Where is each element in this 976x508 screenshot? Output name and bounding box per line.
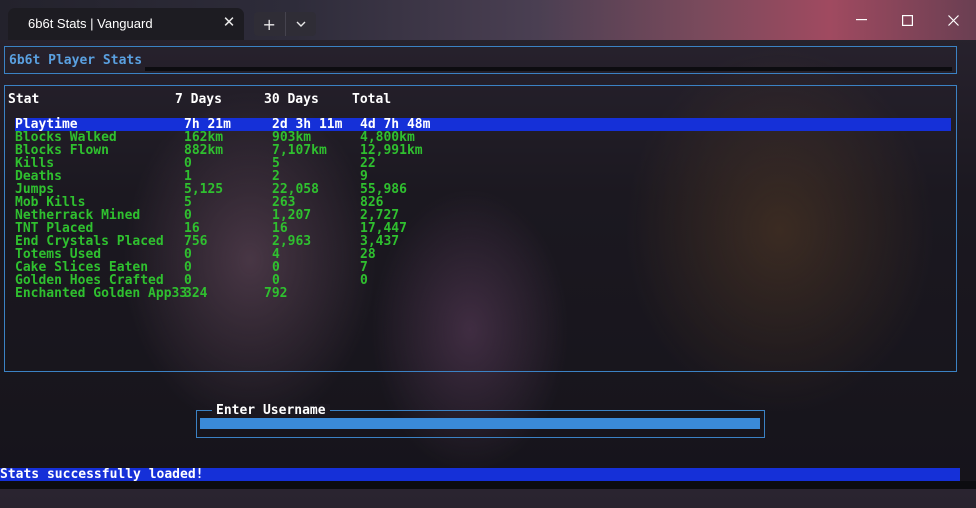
table-row[interactable]: Blocks Walked 162km 903km 4,800km — [15, 131, 951, 144]
table-row[interactable]: Jumps 5,125 22,058 55,986 — [15, 183, 951, 196]
table-cell: Enchanted Golden App33 — [15, 286, 188, 301]
table-row[interactable]: End Crystals Placed 756 2,963 3,437 — [15, 235, 951, 248]
terminal-area: 6b6t Player Stats Stat 7 Days 30 Days To… — [0, 40, 976, 489]
window-close-button[interactable] — [930, 8, 976, 32]
table-row[interactable]: Kills 0 5 22 — [15, 157, 951, 170]
table-row[interactable]: Totems Used 0 4 28 — [15, 248, 951, 261]
tab-title: 6b6t Stats | Vanguard — [28, 16, 153, 31]
column-header-30-days: 30 Days — [264, 92, 319, 107]
status-bar: Stats successfully loaded! — [0, 468, 960, 481]
bottom-strip — [0, 481, 976, 489]
chevron-down-icon — [296, 21, 306, 27]
column-header-stat: Stat — [8, 92, 40, 107]
new-tab-button[interactable]: + — [254, 12, 286, 36]
table-row[interactable]: Blocks Flown 882km 7,107km 12,991km — [15, 144, 951, 157]
tab-close-icon[interactable]: ✕ — [220, 13, 238, 31]
table-cell: 792 — [264, 286, 288, 301]
close-icon — [947, 14, 959, 26]
minimize-button[interactable] — [838, 8, 884, 32]
status-message: Stats successfully loaded! — [0, 467, 204, 482]
table-row[interactable]: Playtime 7h 21m 2d 3h 11m 4d 7h 48m — [15, 118, 951, 131]
table-row[interactable]: Netherrack Mined 0 1,207 2,727 — [15, 209, 951, 222]
terminal-tab[interactable]: 6b6t Stats | Vanguard ✕ — [8, 8, 244, 40]
tab-actions: + — [254, 12, 316, 36]
maximize-button[interactable] — [884, 8, 930, 32]
maximize-icon — [901, 14, 913, 26]
column-header-total: Total — [352, 92, 392, 107]
table-cell: 324 — [184, 286, 208, 301]
table-row[interactable]: Enchanted Golden App33 324 792 — [15, 287, 951, 300]
plus-icon: + — [262, 14, 276, 34]
title-bar: 6b6t Stats | Vanguard ✕ + — [0, 0, 976, 40]
username-label: Enter Username — [212, 404, 330, 417]
minimize-icon — [855, 19, 867, 21]
header-scrollbar — [145, 67, 952, 71]
tab-dropdown-button[interactable] — [286, 12, 317, 36]
table-row[interactable]: Mob Kills 5 263 826 — [15, 196, 951, 209]
username-input[interactable] — [200, 418, 760, 429]
column-header-7-days: 7 Days — [175, 92, 222, 107]
header-panel: 6b6t Player Stats — [4, 46, 957, 74]
table-cell: 0 — [360, 273, 368, 288]
page-title: 6b6t Player Stats — [9, 53, 143, 68]
table-cell: 7,107km — [272, 143, 327, 158]
table-row[interactable]: Deaths 1 2 9 — [15, 170, 951, 183]
